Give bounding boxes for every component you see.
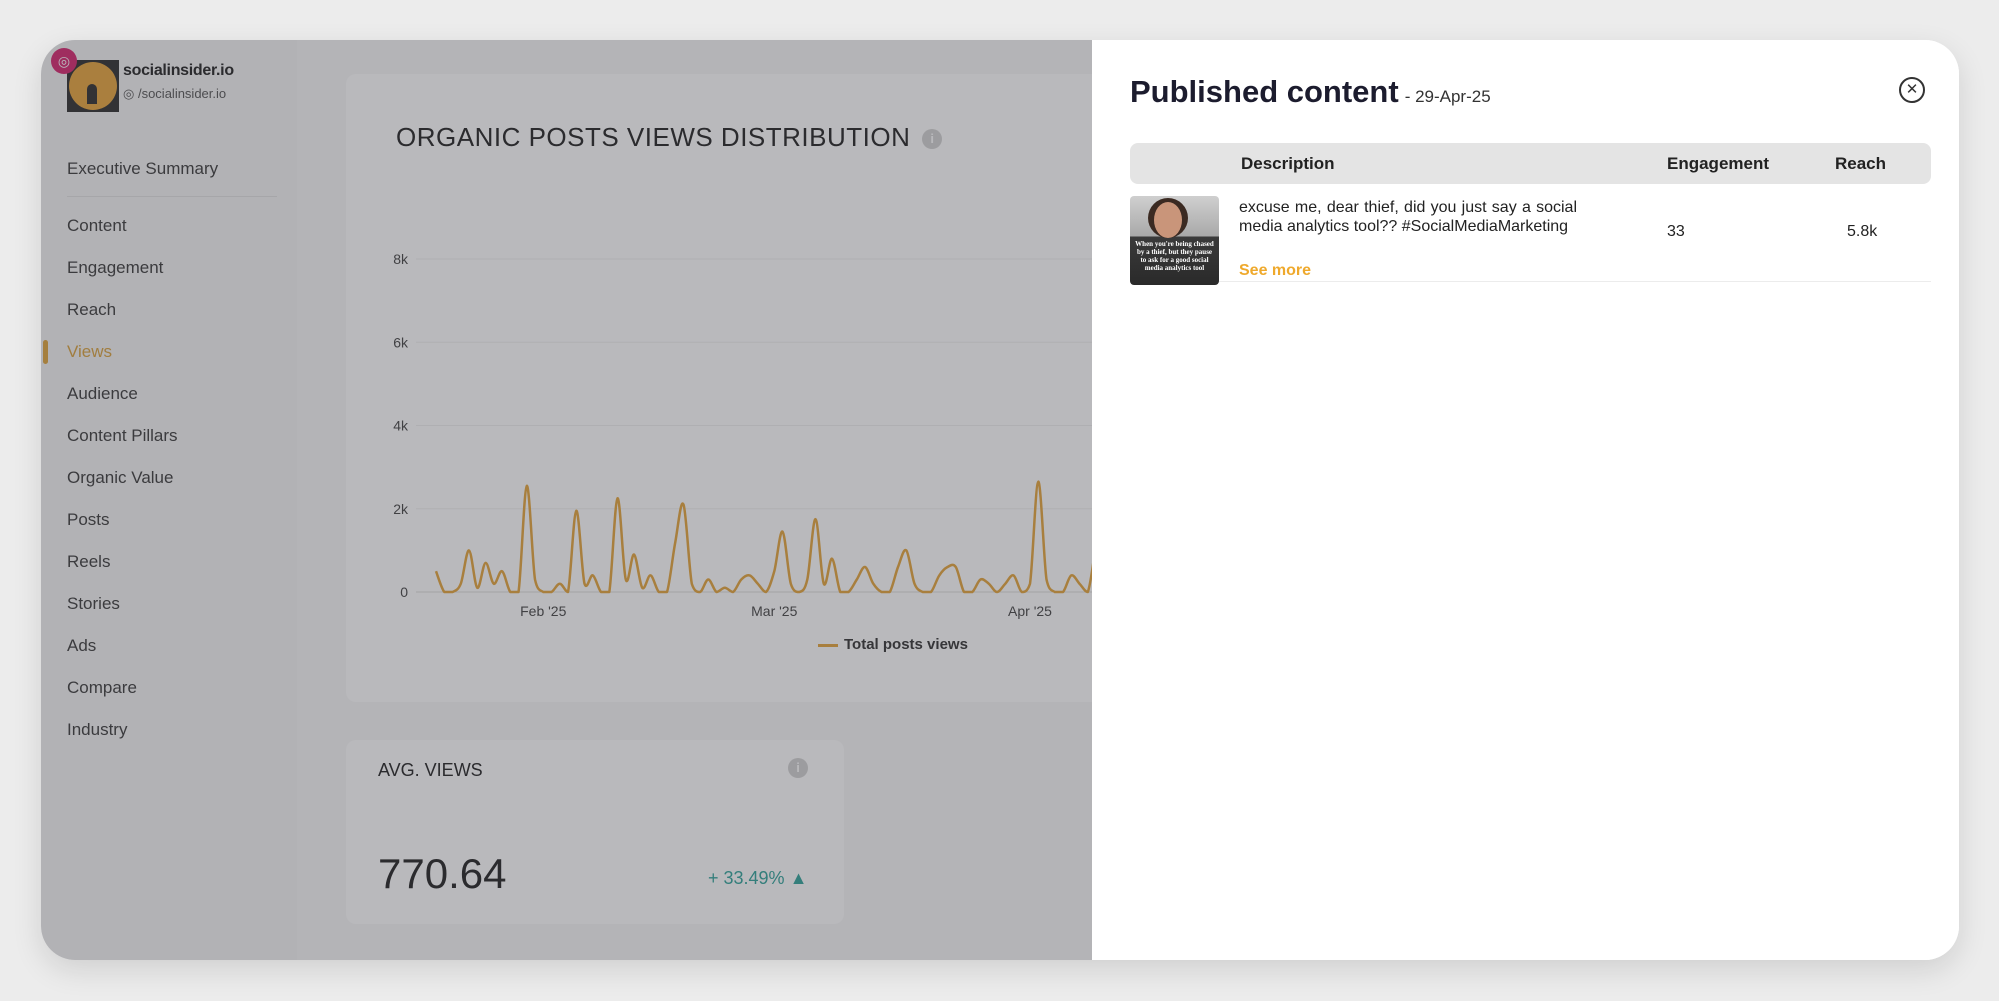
thumbnail-face — [1154, 202, 1182, 238]
post-description: excuse me, dear thief, did you just say … — [1239, 199, 1577, 235]
table-row[interactable]: When you're being chased by a thief, but… — [1130, 194, 1931, 285]
panel-title: Published content - 29-Apr-25 — [1130, 74, 1491, 110]
published-content-panel: Published content - 29-Apr-25 ✕ Descripti… — [1092, 40, 1959, 960]
table-header: Description Engagement Reach — [1130, 143, 1931, 184]
column-header-reach[interactable]: Reach — [1835, 143, 1886, 184]
panel-date: - 29-Apr-25 — [1404, 87, 1491, 106]
modal-backdrop[interactable] — [41, 40, 1092, 960]
app-window: ◎ socialinsider.io ◎ /socialinsider.io E… — [41, 40, 1959, 960]
column-header-description[interactable]: Description — [1241, 143, 1335, 184]
thumbnail-caption: When you're being chased by a thief, but… — [1135, 240, 1214, 272]
close-icon[interactable]: ✕ — [1899, 77, 1925, 103]
panel-title-text: Published content — [1130, 74, 1399, 109]
post-reach: 5.8k — [1847, 223, 1878, 240]
post-engagement: 33 — [1667, 223, 1685, 240]
see-more-link[interactable]: See more — [1239, 262, 1311, 280]
column-header-engagement[interactable]: Engagement — [1667, 143, 1769, 184]
post-thumbnail[interactable]: When you're being chased by a thief, but… — [1130, 196, 1219, 285]
